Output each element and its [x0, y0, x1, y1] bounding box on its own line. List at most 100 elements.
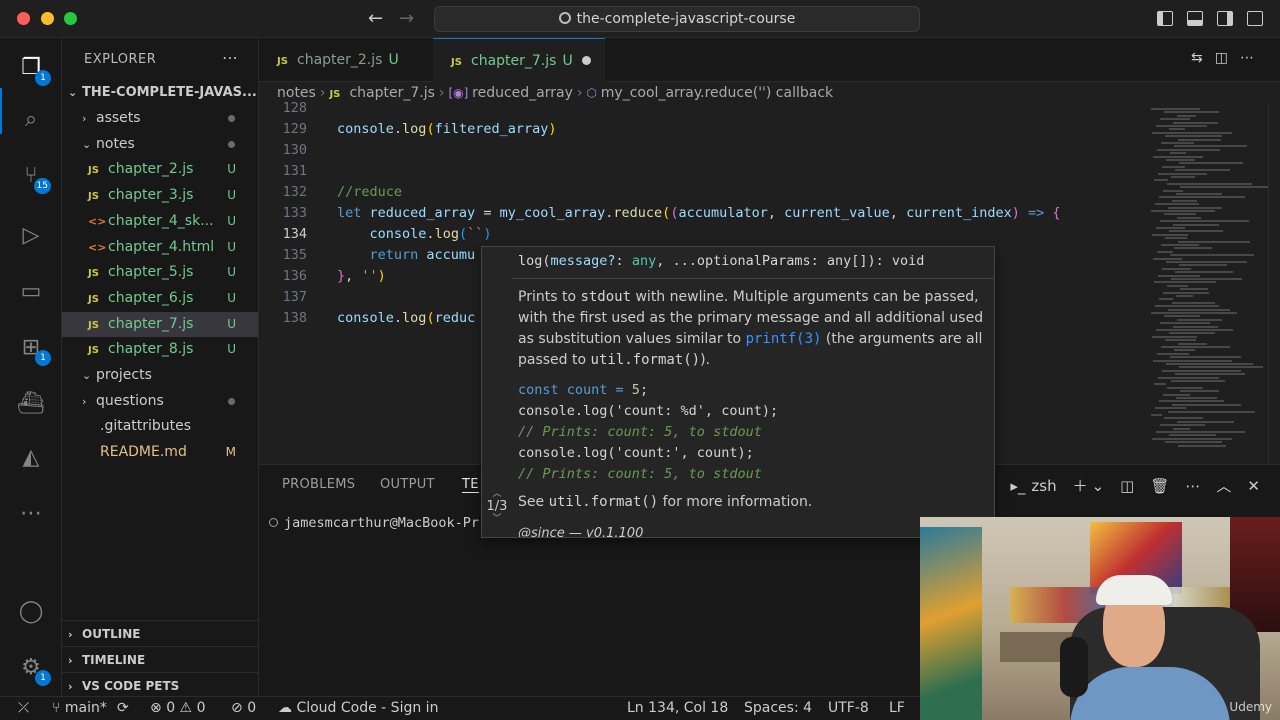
close-panel-icon[interactable]: ✕ [1247, 477, 1260, 495]
tree-item[interactable]: .gitattributes [62, 414, 258, 439]
code-line[interactable]: 129 console.log(filtered_array) [259, 119, 1143, 140]
command-center-search[interactable]: the-complete-javascript-course [434, 6, 920, 32]
new-terminal-plus-icon[interactable]: ＋ [1073, 477, 1088, 495]
tree-item-label: chapter_6.js [108, 289, 194, 306]
minimap-line [1164, 111, 1219, 114]
tree-item[interactable]: JS chapter_6.js U [62, 286, 258, 311]
tree-item[interactable]: JS chapter_3.js U [62, 183, 258, 208]
terminal-prompt[interactable]: jamesmcarthur@MacBook-Pr [269, 515, 479, 531]
cloud-code-icon[interactable]: ◭ [17, 444, 45, 472]
minimap-line [1180, 390, 1219, 393]
chevron-up-icon[interactable]: ︿ [482, 489, 512, 499]
printf-link[interactable]: printf(3) [746, 331, 822, 347]
broadcast-icon: ⊘ [231, 700, 248, 716]
close-window-button[interactable] [17, 12, 30, 25]
forward-arrow-icon[interactable]: → [399, 8, 414, 29]
tree-item[interactable]: JS chapter_7.js U [62, 311, 258, 337]
tree-item[interactable]: ⌄ notes [62, 132, 258, 157]
minimap-line [1165, 441, 1222, 444]
tab-chapter-2[interactable]: JS chapter_2.js U [259, 38, 433, 82]
split-terminal-icon[interactable]: ◫ [1120, 477, 1134, 495]
more-actions-icon[interactable]: ⋯ [1240, 50, 1266, 66]
git-status-dot [228, 397, 235, 405]
chevron-down-icon[interactable]: ⌄ [1092, 477, 1105, 495]
code-line[interactable]: 132 //reduce [259, 182, 1143, 203]
microphone [1060, 637, 1088, 697]
problems-indicator[interactable]: ⊗ 0 ⚠ 0 [150, 697, 205, 720]
code-line[interactable]: 133 let reduced_array = my_cool_array.red… [259, 203, 1143, 224]
minimap-line [1170, 356, 1242, 359]
sync-icon[interactable]: ⟳ [117, 697, 129, 720]
minimap-line [1172, 403, 1241, 406]
tree-item-label: notes [96, 135, 135, 152]
branch-indicator[interactable]: ⑂ main* [52, 697, 107, 720]
tab-terminal[interactable]: TE [462, 477, 479, 493]
git-status-badge: U [227, 162, 236, 177]
file-encoding[interactable]: UTF-8 [828, 697, 869, 720]
editor-scrollbar[interactable] [1268, 104, 1280, 464]
tree-item[interactable]: › assets [62, 106, 258, 131]
unsaved-dot-icon[interactable] [582, 56, 591, 65]
timeline-section[interactable]: › TIMELINE [62, 646, 258, 672]
vscode-pets-section[interactable]: › VS CODE PETS [62, 672, 258, 698]
source-control-badge: 15 [33, 178, 51, 194]
trash-icon[interactable]: 🗑 [1150, 477, 1169, 495]
tree-item[interactable]: <> chapter_4.html U [62, 235, 258, 260]
end-of-line[interactable]: LF [889, 697, 905, 720]
toggle-panel-icon[interactable] [1187, 11, 1203, 26]
settings-gear-icon[interactable]: ⚙ 1 [17, 654, 51, 686]
tree-item[interactable]: <> chapter_4_sk... U [62, 209, 258, 234]
git-status-badge: U [227, 290, 236, 305]
outline-section[interactable]: › OUTLINE [62, 620, 258, 646]
more-views-icon[interactable]: ⋯ [17, 500, 45, 528]
tab-chapter-7[interactable]: JS chapter_7.js U [433, 38, 605, 82]
minimize-window-button[interactable] [41, 12, 54, 25]
minimap-line [1153, 257, 1183, 260]
more-actions-icon[interactable]: ⋯ [222, 48, 238, 67]
run-debug-icon[interactable]: ▷ [17, 222, 45, 250]
customize-layout-icon[interactable] [1247, 11, 1263, 26]
hover-code-example: const count = 5; console.log('count: %d'… [518, 382, 779, 482]
source-control-icon[interactable]: ⑂ 15 [17, 162, 51, 194]
account-icon[interactable]: ◯ [17, 598, 45, 626]
ports-indicator[interactable]: ⊘ 0 [231, 697, 256, 720]
tree-item[interactable]: README.md M [62, 440, 258, 465]
more-actions-icon[interactable]: ⋯ [1185, 477, 1200, 495]
code-line[interactable]: 131 [259, 161, 1143, 182]
extensions-icon[interactable]: ⊞ 1 [17, 334, 51, 366]
search-view-icon[interactable]: ⌕ [17, 106, 45, 134]
tree-item[interactable]: ⌄ projects [62, 363, 258, 388]
toggle-sidebar-icon[interactable] [1157, 11, 1173, 26]
docker-icon[interactable]: ⛴ [17, 390, 45, 418]
code-line[interactable]: 128 [259, 98, 1143, 119]
code-line[interactable]: 134 console.log(``) [259, 224, 1143, 245]
chevron-right-icon: › [68, 628, 73, 641]
shell-name[interactable]: zsh [1031, 477, 1056, 495]
tree-item[interactable]: JS chapter_2.js U [62, 157, 258, 182]
remote-explorer-icon[interactable]: ▭ [17, 278, 45, 306]
tree-item[interactable]: JS chapter_5.js U [62, 260, 258, 285]
tree-item[interactable]: JS chapter_8.js U [62, 337, 258, 362]
indentation[interactable]: Spaces: 4 [744, 697, 812, 720]
toggle-secondary-sidebar-icon[interactable] [1217, 11, 1233, 26]
maximize-panel-icon[interactable]: ︿ [1216, 477, 1231, 495]
hover-documentation-widget[interactable]: log(message?: any, ...optionalParams: an… [481, 246, 995, 538]
remote-indicator-icon[interactable]: ⤫ [18, 697, 29, 720]
cursor-position[interactable]: Ln 134, Col 18 [627, 697, 728, 720]
js-file-icon: JS [88, 293, 99, 305]
minimap[interactable] [1143, 104, 1268, 464]
workspace-root[interactable]: ⌄ THE-COMPLETE-JAVAS... [62, 82, 258, 104]
back-arrow-icon[interactable]: ← [368, 8, 383, 29]
split-editor-icon[interactable]: ◫ [1215, 50, 1240, 66]
code-line[interactable]: 130 [259, 140, 1143, 161]
chevron-down-icon[interactable]: ﹀ [482, 514, 512, 524]
maximize-window-button[interactable] [64, 12, 77, 25]
minimap-line [1173, 223, 1219, 226]
explorer-icon[interactable]: ❐ 1 [17, 54, 51, 86]
tab-problems[interactable]: PROBLEMS [282, 477, 355, 492]
compare-changes-icon[interactable]: ⇆ [1191, 50, 1215, 66]
tab-output[interactable]: OUTPUT [380, 477, 435, 492]
tree-item[interactable]: › questions [62, 389, 258, 414]
overload-navigator[interactable]: ︿ 1/3 ﹀ [482, 489, 512, 524]
cloud-code-status[interactable]: ☁ Cloud Code - Sign in [278, 697, 438, 720]
